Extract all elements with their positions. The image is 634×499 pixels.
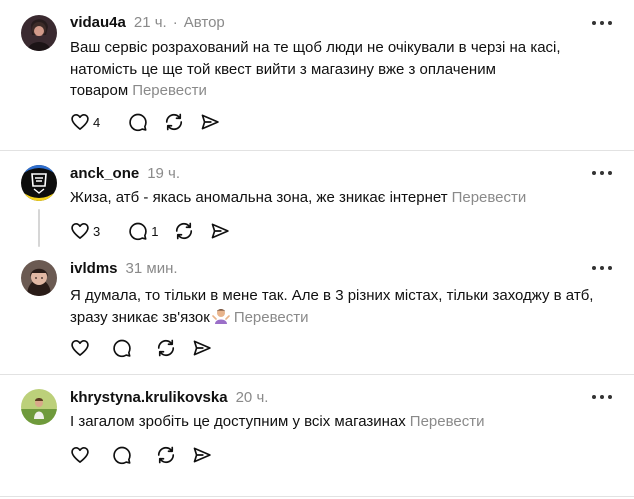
comment-icon [129, 113, 147, 132]
like-button[interactable]: 3 [70, 221, 100, 241]
avatar[interactable] [21, 165, 57, 201]
like-button[interactable]: 4 [70, 112, 100, 132]
more-options-icon[interactable] [592, 263, 612, 273]
author-badge: Автор [183, 14, 225, 31]
share-button[interactable] [192, 338, 212, 358]
translate-link[interactable]: Перевести [410, 413, 485, 430]
post-actions: 4 [70, 112, 236, 132]
comment-icon [129, 222, 147, 241]
divider [0, 496, 634, 497]
username[interactable]: khrystyna.krulikovska [70, 389, 228, 406]
heart-icon [71, 340, 89, 356]
repost-button[interactable] [174, 221, 194, 241]
person-shrugging-emoji-icon [212, 307, 230, 332]
username[interactable]: anck_one [70, 165, 139, 182]
timestamp[interactable]: 31 мин. [126, 260, 178, 277]
send-icon [193, 340, 211, 356]
post-body: Жиза, атб - якась аномальна зона, же зни… [70, 189, 448, 206]
post-header: anck_one 19 ч. [70, 165, 180, 182]
timestamp[interactable]: 21 ч. [134, 14, 167, 31]
like-count: 4 [93, 114, 101, 130]
reply-button[interactable] [112, 445, 132, 465]
post-text: Я думала, то тільки в мене так. Але в 3 … [70, 285, 600, 331]
divider [0, 374, 634, 375]
repost-icon [176, 222, 193, 240]
post-text: І загалом зробіть це доступним у всіх ма… [70, 411, 600, 433]
post-header: ivldms 31 мин. [70, 260, 178, 277]
repost-button[interactable] [156, 338, 176, 358]
avatar[interactable] [21, 389, 57, 425]
post-actions: 3 1 [70, 221, 246, 241]
reply-count: 1 [151, 223, 159, 239]
like-count: 3 [93, 223, 101, 239]
username[interactable]: ivldms [70, 260, 118, 277]
reply-button[interactable]: 1 [128, 221, 158, 241]
repost-icon [157, 339, 175, 357]
repost-icon [157, 446, 175, 464]
divider [0, 150, 634, 151]
share-button[interactable] [200, 112, 220, 132]
post-body: І загалом зробіть це доступним у всіх ма… [70, 413, 406, 430]
avatar[interactable] [21, 260, 57, 296]
send-icon [201, 114, 219, 130]
heart-icon [71, 114, 89, 130]
more-options-icon[interactable] [592, 392, 612, 402]
share-button[interactable] [192, 445, 212, 465]
translate-link[interactable]: Перевести [234, 309, 309, 326]
comment-icon [113, 339, 131, 358]
repost-button[interactable] [156, 445, 176, 465]
reply-button[interactable] [112, 338, 132, 358]
translate-link[interactable]: Перевести [452, 189, 527, 206]
separator: · [172, 14, 178, 31]
post-text: Ваш сервіс розрахований на те щоб люди н… [70, 37, 600, 102]
avatar[interactable] [21, 15, 57, 51]
timestamp[interactable]: 20 ч. [236, 389, 269, 406]
post-header: khrystyna.krulikovska 20 ч. [70, 389, 268, 406]
reply-button[interactable] [128, 112, 148, 132]
heart-icon [71, 223, 89, 239]
send-icon [212, 223, 230, 239]
like-button[interactable] [70, 338, 90, 358]
post-body: Я думала, то тільки в мене так. Але в 3 … [70, 287, 594, 326]
thread-line [38, 209, 40, 247]
post-header: vidau4a 21 ч. · Автор [70, 14, 225, 31]
post-actions [70, 338, 228, 358]
timestamp[interactable]: 19 ч. [147, 165, 180, 182]
share-button[interactable] [210, 221, 230, 241]
translate-link[interactable]: Перевести [132, 82, 207, 99]
post-actions [70, 445, 228, 465]
post-text: Жиза, атб - якась аномальна зона, же зни… [70, 187, 600, 209]
comment-icon [113, 446, 131, 465]
heart-icon [71, 447, 89, 463]
more-options-icon[interactable] [592, 168, 612, 178]
repost-icon [166, 113, 183, 131]
more-options-icon[interactable] [592, 18, 612, 28]
username[interactable]: vidau4a [70, 14, 126, 31]
repost-button[interactable] [164, 112, 184, 132]
like-button[interactable] [70, 445, 90, 465]
send-icon [193, 447, 211, 463]
